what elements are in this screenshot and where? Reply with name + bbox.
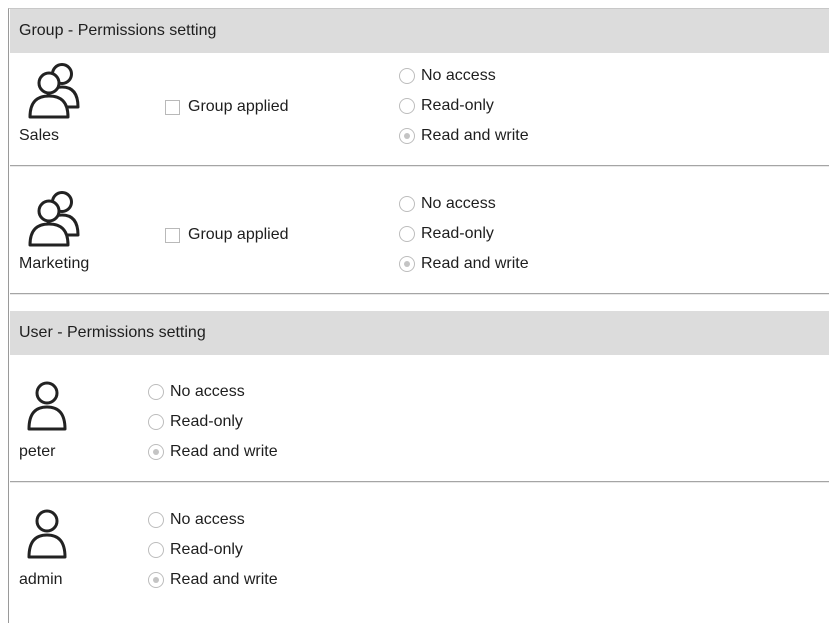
checkbox-label: Group applied bbox=[188, 226, 289, 243]
group-applied-checkbox-marketing[interactable]: Group applied bbox=[165, 226, 289, 244]
user-row-peter: peter No access Read-only Read and write bbox=[9, 371, 829, 481]
divider bbox=[10, 481, 829, 483]
radio-read-only[interactable]: Read-only bbox=[399, 225, 494, 243]
user-permissions-title: User - Permissions setting bbox=[19, 324, 206, 341]
radio-label: Read and write bbox=[170, 443, 278, 460]
radio-read-only[interactable]: Read-only bbox=[148, 541, 243, 559]
checkbox-label: Group applied bbox=[188, 98, 289, 115]
group-permissions-header: Group - Permissions setting bbox=[10, 9, 829, 53]
radio-no-access[interactable]: No access bbox=[148, 511, 245, 529]
radio-button[interactable] bbox=[148, 444, 164, 460]
user-icon bbox=[27, 381, 67, 436]
group-icon bbox=[26, 61, 82, 124]
radio-read-only[interactable]: Read-only bbox=[148, 413, 243, 431]
radio-label: No access bbox=[421, 195, 496, 212]
group-name-marketing: Marketing bbox=[19, 255, 90, 272]
radio-label: No access bbox=[170, 383, 245, 400]
radio-button[interactable] bbox=[148, 512, 164, 528]
divider bbox=[10, 293, 829, 295]
radio-label: Read-only bbox=[170, 541, 243, 558]
radio-no-access[interactable]: No access bbox=[399, 195, 496, 213]
user-name-admin: admin bbox=[19, 571, 63, 588]
radio-button[interactable] bbox=[399, 226, 415, 242]
radio-button[interactable] bbox=[399, 98, 415, 114]
group-row-marketing: Marketing Group applied No access Read-o… bbox=[9, 181, 829, 295]
group-icon bbox=[26, 189, 82, 252]
user-row-admin: admin No access Read-only Read and write bbox=[9, 499, 829, 609]
radio-button[interactable] bbox=[399, 68, 415, 84]
radio-button[interactable] bbox=[148, 384, 164, 400]
checkbox-box[interactable] bbox=[165, 227, 180, 243]
radio-label: Read and write bbox=[421, 255, 529, 272]
checkbox-box[interactable] bbox=[165, 99, 180, 115]
group-name-sales: Sales bbox=[19, 127, 60, 144]
divider bbox=[10, 165, 829, 167]
user-icon bbox=[27, 509, 67, 564]
radio-button[interactable] bbox=[148, 572, 164, 588]
radio-read-and-write[interactable]: Read and write bbox=[399, 255, 529, 273]
group-row-sales: Sales Group applied No access Read-only … bbox=[9, 53, 829, 167]
radio-label: Read and write bbox=[421, 127, 529, 144]
radio-button[interactable] bbox=[399, 196, 415, 212]
radio-label: No access bbox=[421, 67, 496, 84]
radio-read-and-write[interactable]: Read and write bbox=[399, 127, 529, 145]
group-permissions-title: Group - Permissions setting bbox=[19, 22, 217, 39]
radio-button[interactable] bbox=[399, 128, 415, 144]
permissions-panel: Group - Permissions setting Sales Group … bbox=[8, 8, 829, 623]
radio-button[interactable] bbox=[148, 414, 164, 430]
radio-read-and-write[interactable]: Read and write bbox=[148, 443, 278, 461]
radio-button[interactable] bbox=[148, 542, 164, 558]
radio-no-access[interactable]: No access bbox=[148, 383, 245, 401]
radio-label: Read-only bbox=[421, 97, 494, 114]
radio-label: Read-only bbox=[421, 225, 494, 242]
radio-read-only[interactable]: Read-only bbox=[399, 97, 494, 115]
group-applied-checkbox-sales[interactable]: Group applied bbox=[165, 98, 289, 116]
radio-button[interactable] bbox=[399, 256, 415, 272]
radio-read-and-write[interactable]: Read and write bbox=[148, 571, 278, 589]
radio-label: Read-only bbox=[170, 413, 243, 430]
user-permissions-header: User - Permissions setting bbox=[10, 311, 829, 355]
user-name-peter: peter bbox=[19, 443, 56, 460]
radio-label: Read and write bbox=[170, 571, 278, 588]
radio-no-access[interactable]: No access bbox=[399, 67, 496, 85]
radio-label: No access bbox=[170, 511, 245, 528]
